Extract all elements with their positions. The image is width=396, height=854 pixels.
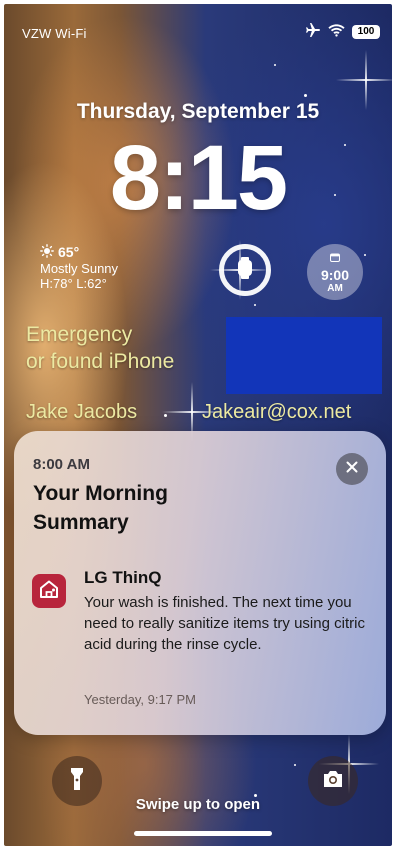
lock-screen: VZW Wi-Fi 100 Thursday, September 15 8:1… <box>4 4 392 846</box>
notification-time: 8:00 AM <box>33 456 90 473</box>
weather-condition: Mostly Sunny <box>40 261 119 276</box>
calendar-period: AM <box>327 283 343 294</box>
star <box>304 94 307 97</box>
weather-temperature: 65° <box>58 244 80 260</box>
lock-time[interactable]: 8:15 <box>4 132 392 224</box>
watch-battery-widget[interactable] <box>219 244 271 296</box>
emergency-line-2: or found iPhone <box>26 350 175 373</box>
close-button[interactable] <box>336 453 368 485</box>
calendar-time: 9:00 <box>320 267 350 283</box>
sun-icon <box>40 244 54 261</box>
watch-icon <box>237 256 253 284</box>
star <box>254 304 256 306</box>
wifi-icon <box>328 23 345 40</box>
calendar-icon <box>330 249 340 266</box>
weather-range: H:78° L:62° <box>40 276 107 291</box>
star <box>274 64 276 66</box>
emergency-line-1: Emergency <box>26 323 133 346</box>
lg-thinq-app-icon <box>32 574 66 608</box>
emergency-text: Emergency or found iPhone <box>26 321 174 375</box>
owner-email: Jakeair@cox.net <box>202 401 352 423</box>
flashlight-icon <box>70 767 84 796</box>
battery-icon: 100 <box>352 24 380 39</box>
notification-message-time: Yesterday, 9:17 PM <box>84 692 197 707</box>
status-icons: 100 <box>305 23 380 40</box>
weather-temp-line: 65° <box>40 244 118 261</box>
weather-widget[interactable]: 65° Mostly Sunny H:78° L:62° <box>40 244 118 291</box>
owner-name: Jake Jacobs <box>26 401 138 423</box>
swipe-up-hint: Swipe up to open <box>135 796 261 813</box>
calendar-widget[interactable]: 9:00 AM <box>307 244 363 300</box>
camera-icon <box>322 770 344 793</box>
star <box>364 254 366 256</box>
carrier-label: VZW Wi-Fi <box>22 26 87 41</box>
notification-summary-card[interactable]: 8:00 AM Your Morning Summary LG ThinQ Yo… <box>14 431 386 735</box>
airplane-icon <box>305 23 321 40</box>
home-icon <box>38 579 60 604</box>
close-icon <box>346 460 358 478</box>
status-bar: VZW Wi-Fi 100 <box>4 4 392 41</box>
notification-app-name: LG ThinQ <box>84 568 162 587</box>
lock-date: Thursday, September 15 <box>76 100 320 123</box>
notification-heading: Your Morning Summary <box>33 482 168 534</box>
notification-message: Your wash is finished. The next time you… <box>84 594 365 653</box>
home-indicator[interactable] <box>134 831 272 836</box>
star <box>294 764 296 766</box>
redaction-box <box>226 317 382 394</box>
